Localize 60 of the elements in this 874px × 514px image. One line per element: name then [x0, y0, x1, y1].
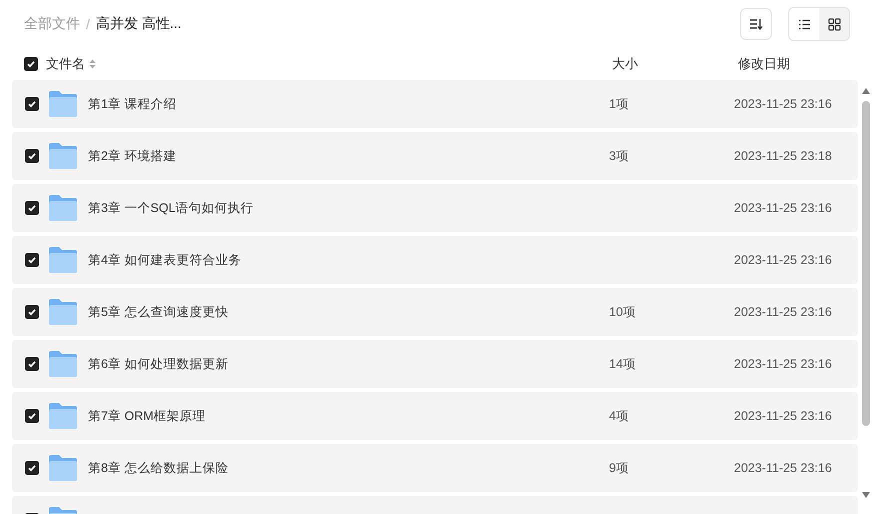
item-count: 10项 — [609, 304, 637, 320]
folder-icon — [48, 454, 78, 482]
folder-row[interactable]: 第6章 如何处理数据更新 14项 2023-11-25 23:16 — [12, 340, 858, 388]
column-header: 大小 — [612, 55, 638, 73]
folder-row[interactable]: 第4章 如何建表更符合业务 2023-11-25 23:16 — [12, 236, 858, 284]
checkbox[interactable] — [24, 57, 38, 71]
folder-icon — [48, 246, 78, 274]
folder-name: 第8章 怎么给数据上保险 — [88, 460, 230, 476]
column-header: 修改日期 — [738, 55, 790, 73]
modified-date: 2023-11-25 23:16 — [734, 253, 832, 267]
modified-date: 2023-11-25 23:16 — [734, 305, 832, 319]
checkbox[interactable] — [25, 409, 39, 423]
folder-name: 第1章 课程介绍 — [88, 96, 178, 112]
folder-name: 第4章 如何建表更符合业务 — [88, 252, 242, 268]
folder-icon — [48, 142, 78, 170]
grid-icon — [828, 18, 840, 30]
folder-name: 第6章 如何处理数据更新 — [88, 356, 230, 372]
breadcrumb-separator: / — [86, 16, 90, 32]
folder-icon — [48, 90, 78, 118]
folder-icon — [48, 194, 78, 222]
modified-date: 2023-11-25 23:16 — [734, 461, 832, 475]
sort-icon — [749, 17, 763, 31]
item-count: 1项 — [609, 96, 630, 112]
modified-date: 2023-11-25 23:18 — [734, 149, 832, 163]
list-icon — [798, 18, 810, 30]
checkbox[interactable] — [25, 461, 39, 475]
modified-date: 2023-11-25 23:16 — [734, 97, 832, 111]
column-header[interactable]: 文件名 — [46, 55, 85, 73]
folder-name: 第3章 一个SQL语句如何执行 — [88, 200, 254, 216]
item-count: 14项 — [609, 356, 637, 372]
checkbox[interactable] — [25, 253, 39, 267]
folder-icon — [48, 402, 78, 430]
folder-row[interactable]: 第3章 一个SQL语句如何执行 2023-11-25 23:16 — [12, 184, 858, 232]
modified-date: 2023-11-25 23:16 — [734, 357, 832, 371]
modified-date: 2023-11-25 23:16 — [734, 409, 832, 423]
checkbox[interactable] — [25, 97, 39, 111]
checkbox[interactable] — [25, 149, 39, 163]
grid-view-button[interactable] — [819, 8, 849, 40]
item-count: 9项 — [609, 460, 630, 476]
modified-date: 2023-11-25 23:16 — [734, 201, 832, 215]
folder-row[interactable]: 第1章 课程介绍 1项 2023-11-25 23:16 — [12, 80, 858, 128]
current-folder: 高并发 高性... — [96, 15, 182, 33]
item-count: 4项 — [609, 408, 630, 424]
checkbox[interactable] — [25, 357, 39, 371]
item-count: 3项 — [609, 148, 630, 164]
scroll-down-icon[interactable] — [862, 492, 870, 498]
folder-name: 第7章 ORM框架原理 — [88, 408, 207, 424]
folder-icon — [48, 298, 78, 326]
folder-name: 第5章 怎么查询速度更快 — [88, 304, 230, 320]
folder-row[interactable]: 第2章 环境搭建 3项 2023-11-25 23:18 — [12, 132, 858, 180]
checkbox[interactable] — [25, 201, 39, 215]
scroll-up-icon[interactable] — [862, 88, 870, 94]
folder-row[interactable]: 第5章 怎么查询速度更快 10项 2023-11-25 23:16 — [12, 288, 858, 336]
checkbox[interactable] — [25, 305, 39, 319]
sort-button[interactable] — [740, 8, 772, 40]
folder-icon — [48, 350, 78, 378]
folder-row[interactable]: 第7章 ORM框架原理 4项 2023-11-25 23:16 — [12, 392, 858, 440]
folder-row[interactable]: 第8章 怎么给数据上保险 9项 2023-11-25 23:16 — [12, 444, 858, 492]
scrollbar-thumb[interactable] — [862, 101, 870, 426]
folder-name: 第2章 环境搭建 — [88, 148, 178, 164]
